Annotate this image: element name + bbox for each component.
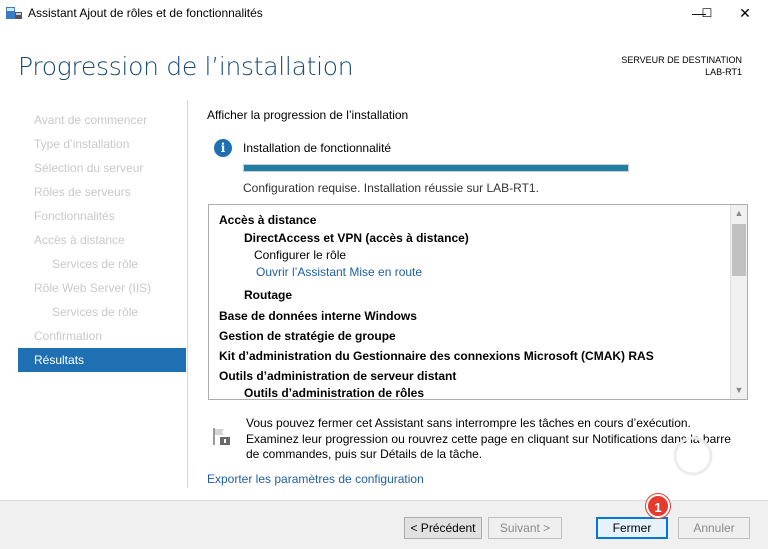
scroll-up-icon[interactable]: ▲ bbox=[731, 205, 747, 222]
notification-flag-icon bbox=[213, 428, 230, 445]
nav-item-role-services: Services de rôle bbox=[52, 257, 139, 271]
getting-started-link[interactable]: Ouvrir l’Assistant Mise en route bbox=[256, 265, 422, 279]
cancel-button[interactable]: Annuler bbox=[678, 517, 750, 539]
title-bar: Assistant Ajout de rôles et de fonctionn… bbox=[0, 0, 768, 26]
result-directaccess-vpn: DirectAccess et VPN (accès à distance) bbox=[244, 231, 469, 245]
maximize-glyph[interactable]: ☐ bbox=[684, 0, 730, 26]
progress-bar bbox=[243, 164, 629, 172]
result-rsat: Outils d’administration de serveur dista… bbox=[219, 369, 457, 383]
result-group-policy: Gestion de stratégie de groupe bbox=[219, 329, 396, 343]
result-windows-internal-db: Base de données interne Windows bbox=[219, 309, 417, 323]
section-label: Afficher la progression de l’installatio… bbox=[207, 108, 409, 122]
result-configure-role: Configurer le rôle bbox=[254, 248, 347, 262]
nav-item-before-you-begin: Avant de commencer bbox=[34, 113, 148, 127]
next-button[interactable]: Suivant > bbox=[488, 517, 562, 539]
progress-bar-fill bbox=[244, 165, 628, 171]
results-scrollbar[interactable]: ▲ ▼ bbox=[730, 205, 747, 399]
nav-item-results[interactable]: Résultats bbox=[18, 348, 186, 372]
page-title: Progression de l’installation bbox=[18, 52, 354, 81]
nav-item-remote-access: Accès à distance bbox=[34, 233, 125, 247]
results-list[interactable]: Accès à distance DirectAccess et VPN (ac… bbox=[208, 204, 748, 400]
result-routing: Routage bbox=[244, 288, 292, 302]
server-manager-icon bbox=[6, 7, 22, 19]
previous-button[interactable]: < Précédent bbox=[404, 517, 482, 539]
watermark-logo bbox=[658, 436, 728, 476]
step-badge: 1 bbox=[646, 494, 670, 518]
destination-server-name: LAB-RT1 bbox=[705, 67, 742, 77]
nav-item-confirmation: Confirmation bbox=[34, 329, 103, 343]
result-remote-access: Accès à distance bbox=[219, 213, 317, 227]
watermark-logo-icon bbox=[673, 436, 713, 476]
nav-item-installation-type: Type d’installation bbox=[34, 137, 130, 151]
window-title: Assistant Ajout de rôles et de fonctionn… bbox=[28, 6, 263, 20]
close-button[interactable]: Fermer bbox=[596, 517, 668, 539]
result-cmak: Kit d’administration du Gestionnaire des… bbox=[219, 349, 654, 363]
info-icon: i bbox=[214, 139, 232, 157]
nav-divider bbox=[187, 100, 188, 488]
wizard-nav: Avant de commencer Type d’installation S… bbox=[18, 108, 186, 372]
info-title: Installation de fonctionnalité bbox=[243, 141, 392, 155]
result-role-admin-tools: Outils d’administration de rôles bbox=[244, 386, 425, 400]
nav-item-server-selection: Sélection du serveur bbox=[34, 161, 144, 175]
destination-server: SERVEUR DE DESTINATION LAB-RT1 bbox=[621, 54, 742, 78]
destination-server-label: SERVEUR DE DESTINATION bbox=[621, 55, 742, 65]
export-settings-link[interactable]: Exporter les paramètres de configuration bbox=[207, 472, 424, 486]
nav-item-web-server-role: Rôle Web Server (IIS) bbox=[34, 281, 152, 295]
nav-item-role-services-iis: Services de rôle bbox=[52, 305, 139, 319]
nav-item-server-roles: Rôles de serveurs bbox=[34, 185, 131, 199]
nav-item-features: Fonctionnalités bbox=[34, 209, 115, 223]
scroll-down-icon[interactable]: ▼ bbox=[731, 382, 747, 399]
scroll-thumb[interactable] bbox=[732, 224, 746, 276]
status-text: Configuration requise. Installation réus… bbox=[243, 181, 539, 195]
